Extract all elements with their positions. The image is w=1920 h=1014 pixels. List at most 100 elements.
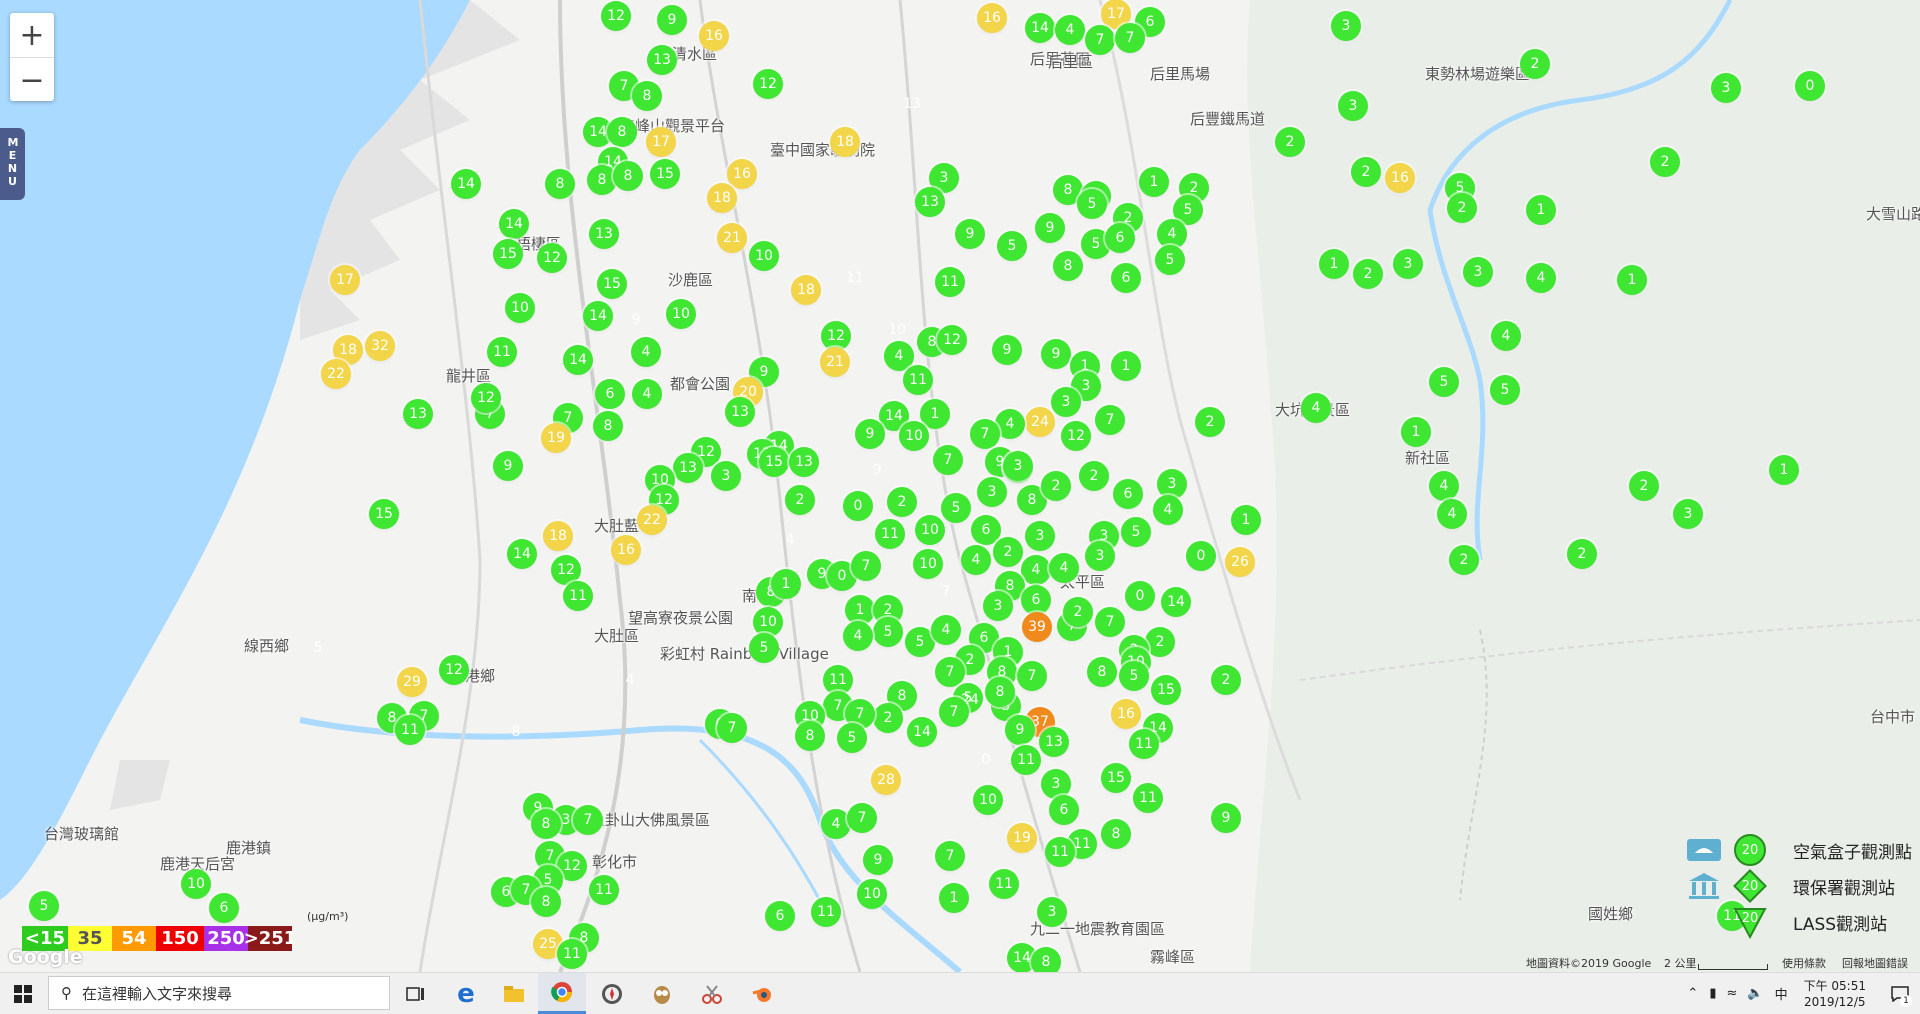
airbox-sensor-marker[interactable]: 3 bbox=[1157, 469, 1187, 499]
airbox-sensor-marker[interactable]: 1 bbox=[939, 883, 969, 913]
airbox-sensor-marker[interactable]: 4 bbox=[931, 615, 961, 645]
airbox-sensor-marker[interactable]: 7 bbox=[1095, 607, 1125, 637]
airbox-sensor-marker[interactable]: 9 bbox=[992, 335, 1022, 365]
airbox-sensor-marker[interactable]: 12 bbox=[601, 1, 631, 31]
airbox-sensor-marker[interactable]: 11 bbox=[935, 267, 965, 297]
airbox-sensor-marker[interactable]: 4 bbox=[1429, 471, 1459, 501]
airbox-sensor-marker[interactable]: 1 bbox=[1617, 265, 1647, 295]
airbox-sensor-marker[interactable]: 8 bbox=[587, 165, 617, 195]
chrome-browser-icon[interactable] bbox=[538, 973, 586, 1014]
airbox-sensor-marker[interactable]: 0 bbox=[843, 491, 873, 521]
airbox-sensor-marker[interactable]: 3 bbox=[1711, 73, 1741, 103]
airbox-sensor-marker[interactable]: 14 bbox=[1161, 587, 1191, 617]
airbox-sensor-marker[interactable]: 5 bbox=[837, 723, 867, 753]
airbox-sensor-marker[interactable]: 24 bbox=[1025, 407, 1055, 437]
airbox-sensor-marker[interactable]: 14 bbox=[1025, 13, 1055, 43]
airbox-sensor-marker[interactable]: 21 bbox=[820, 347, 850, 377]
airbox-sensor-marker[interactable]: 6 bbox=[1105, 223, 1135, 253]
airbox-sensor-marker[interactable]: 8 bbox=[531, 809, 561, 839]
airbox-sensor-marker[interactable]: 3 bbox=[1338, 91, 1368, 121]
airbox-sensor-marker[interactable]: 4 bbox=[1491, 321, 1521, 351]
airbox-sensor-marker[interactable]: 12 bbox=[1061, 421, 1091, 451]
zoom-in-button[interactable]: + bbox=[10, 13, 54, 58]
airbox-sensor-marker[interactable]: 11 bbox=[903, 365, 933, 395]
airbox-sensor-marker[interactable]: 19 bbox=[541, 423, 571, 453]
airbox-sensor-marker[interactable]: 22 bbox=[637, 505, 667, 535]
lass-station-marker[interactable]: 9 bbox=[859, 453, 895, 485]
airbox-sensor-marker[interactable]: 8 bbox=[531, 887, 561, 917]
airbox-sensor-marker[interactable]: 5 bbox=[1490, 375, 1520, 405]
airbox-sensor-marker[interactable]: 3 bbox=[1463, 257, 1493, 287]
airbox-sensor-marker[interactable]: 15 bbox=[493, 239, 523, 269]
wifi-icon[interactable]: ≈ bbox=[1726, 986, 1737, 1001]
volume-icon[interactable]: 🔈 bbox=[1747, 986, 1763, 1001]
airbox-sensor-marker[interactable]: 22 bbox=[321, 359, 351, 389]
airbox-sensor-marker[interactable]: 2 bbox=[1650, 147, 1680, 177]
airbox-sensor-marker[interactable]: 10 bbox=[753, 607, 783, 637]
airbox-sensor-marker[interactable]: 8 bbox=[795, 721, 825, 751]
ime-indicator[interactable]: 中 bbox=[1775, 984, 1788, 1003]
airbox-sensor-marker[interactable]: 4 bbox=[1021, 555, 1051, 585]
airbox-sensor-marker[interactable]: 1 bbox=[1401, 417, 1431, 447]
task-view-icon[interactable] bbox=[392, 973, 440, 1014]
airbox-sensor-marker[interactable]: 3 bbox=[1085, 541, 1115, 571]
airbox-sensor-marker[interactable]: 4 bbox=[1049, 553, 1079, 583]
airbox-sensor-marker[interactable]: 19 bbox=[1007, 823, 1037, 853]
airbox-sensor-marker[interactable]: 5 bbox=[1121, 517, 1151, 547]
airbox-sensor-marker[interactable]: 14 bbox=[907, 717, 937, 747]
airbox-sensor-marker[interactable]: 7 bbox=[1115, 23, 1145, 53]
airbox-sensor-marker[interactable]: 10 bbox=[973, 785, 1003, 815]
airbox-sensor-marker[interactable]: 8 bbox=[1087, 657, 1117, 687]
airbox-sensor-marker[interactable]: 2 bbox=[1211, 665, 1241, 695]
airbox-sensor-marker[interactable]: 6 bbox=[1021, 585, 1051, 615]
airbox-sensor-marker[interactable]: 1 bbox=[1231, 505, 1261, 535]
airbox-sensor-marker[interactable]: 32 bbox=[365, 331, 395, 361]
file-explorer-icon[interactable] bbox=[490, 973, 538, 1014]
airbox-sensor-marker[interactable]: 3 bbox=[983, 591, 1013, 621]
airbox-sensor-marker[interactable]: 2 bbox=[1567, 539, 1597, 569]
airbox-sensor-marker[interactable]: 7 bbox=[933, 445, 963, 475]
airbox-sensor-marker[interactable]: 2 bbox=[785, 485, 815, 515]
airbox-sensor-marker[interactable]: 5 bbox=[1429, 367, 1459, 397]
airbox-sensor-marker[interactable]: 8 bbox=[613, 161, 643, 191]
airbox-sensor-marker[interactable]: 5 bbox=[1077, 189, 1107, 219]
airbox-sensor-marker[interactable]: 29 bbox=[397, 667, 427, 697]
airbox-sensor-marker[interactable]: 3 bbox=[977, 477, 1007, 507]
airbox-sensor-marker[interactable]: 16 bbox=[1385, 163, 1415, 193]
airbox-sensor-marker[interactable]: 10 bbox=[505, 293, 535, 323]
airbox-sensor-marker[interactable]: 14 bbox=[499, 209, 529, 239]
airbox-sensor-marker[interactable]: 1 bbox=[1111, 351, 1141, 381]
airbox-sensor-marker[interactable]: 9 bbox=[1005, 715, 1035, 745]
airbox-sensor-marker[interactable]: 2 bbox=[1449, 545, 1479, 575]
airbox-sensor-marker[interactable]: 13 bbox=[915, 187, 945, 217]
airbox-sensor-marker[interactable]: 13 bbox=[1039, 727, 1069, 757]
airbox-sensor-marker[interactable]: 11 bbox=[1133, 783, 1163, 813]
taskbar-search-box[interactable]: ⚲ 在這裡輸入文字來搜尋 bbox=[48, 976, 390, 1010]
airbox-sensor-marker[interactable]: 16 bbox=[977, 3, 1007, 33]
airbox-sensor-marker[interactable]: 13 bbox=[673, 453, 703, 483]
airbox-sensor-marker[interactable]: 15 bbox=[650, 159, 680, 189]
airbox-sensor-marker[interactable]: 11 bbox=[563, 581, 593, 611]
airbox-sensor-marker[interactable]: 3 bbox=[1393, 249, 1423, 279]
airbox-sensor-marker[interactable]: 4 bbox=[632, 379, 662, 409]
airbox-sensor-marker[interactable]: 4 bbox=[631, 337, 661, 367]
airbox-sensor-marker[interactable]: 5 bbox=[1119, 661, 1149, 691]
airbox-sensor-marker[interactable]: 14 bbox=[451, 169, 481, 199]
report-error-link[interactable]: 回報地圖錯誤 bbox=[1842, 955, 1908, 971]
airbox-sensor-marker[interactable]: 1 bbox=[1319, 249, 1349, 279]
airbox-sensor-marker[interactable]: 2 bbox=[1195, 407, 1225, 437]
airbox-sensor-marker[interactable]: 9 bbox=[1211, 803, 1241, 833]
airbox-sensor-marker[interactable]: 16 bbox=[611, 535, 641, 565]
airbox-sensor-marker[interactable]: 13 bbox=[589, 219, 619, 249]
airbox-sensor-marker[interactable]: 7 bbox=[935, 657, 965, 687]
airbox-sensor-marker[interactable]: 6 bbox=[1113, 479, 1143, 509]
airbox-sensor-marker[interactable]: 2 bbox=[1629, 471, 1659, 501]
airbox-sensor-marker[interactable]: 5 bbox=[29, 891, 59, 921]
airbox-sensor-marker[interactable]: 39 bbox=[1022, 612, 1052, 642]
airbox-sensor-marker[interactable]: 2 bbox=[873, 703, 903, 733]
airbox-sensor-marker[interactable]: 3 bbox=[1025, 521, 1055, 551]
snipping-tool-icon[interactable] bbox=[688, 973, 736, 1014]
airbox-sensor-marker[interactable]: 7 bbox=[1017, 661, 1047, 691]
airbox-sensor-marker[interactable]: 12 bbox=[537, 243, 567, 273]
map-view[interactable]: 清水區后里花田后里區后里馬場后豐鐵馬道東勢林場遊樂區梧棲區沙鹿區都會公園龍井區大… bbox=[0, 0, 1920, 972]
